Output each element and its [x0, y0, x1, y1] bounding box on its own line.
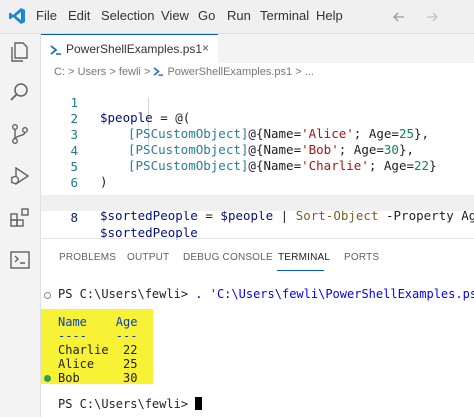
tab-problems[interactable]: PROBLEMS: [59, 252, 116, 263]
terminal-prompt: PS C:\Users\fewli>: [58, 397, 196, 411]
menu-view[interactable]: View: [161, 8, 189, 23]
breadcrumb-more[interactable]: ...: [305, 66, 314, 78]
terminal-command-line: PS C:\Users\fewli> . 'C:\Users\fewli\Pow…: [58, 287, 474, 301]
tab-output[interactable]: OUTPUT: [127, 252, 169, 263]
breadcrumb-separator: >: [68, 66, 75, 78]
terminal-input-line[interactable]: PS C:\Users\fewli>: [58, 397, 203, 411]
title-bar: File Edit Selection View Go Run Terminal…: [0, 0, 474, 34]
vscode-logo-icon: [9, 8, 25, 24]
tab-powershell-examples[interactable]: PowerShellExamples.ps1 ×: [41, 34, 218, 64]
tab-debug-console[interactable]: DEBUG CONSOLE: [183, 252, 273, 263]
code-line: 7 $sortedPeople = $people | Sort-Object …: [41, 178, 474, 223]
breadcrumb-separator: >: [109, 66, 116, 78]
tab-ports[interactable]: PORTS: [344, 252, 379, 263]
tab-terminal[interactable]: TERMINAL: [278, 252, 330, 263]
menu-terminal[interactable]: Terminal: [260, 8, 309, 23]
remote-explorer-icon[interactable]: [8, 248, 32, 272]
menu-go[interactable]: Go: [198, 8, 215, 23]
bottom-panel: PROBLEMS OUTPUT DEBUG CONSOLE TERMINAL P…: [41, 238, 474, 418]
activity-bar: [0, 34, 41, 417]
code-line: 3 [PSCustomObject]@{Name='Bob'; Age=30},: [41, 112, 474, 157]
menu-edit[interactable]: Edit: [68, 8, 90, 23]
arrow-left-icon[interactable]: [392, 10, 406, 24]
search-icon[interactable]: [8, 80, 32, 104]
explorer-icon[interactable]: [8, 40, 32, 64]
code-line: 4 [PSCustomObject]@{Name='Charlie'; Age=…: [41, 128, 474, 173]
breadcrumb: C: > Users > fewli > PowerShellExamples.…: [54, 66, 314, 78]
terminal-prompt: PS C:\Users\fewli>: [58, 287, 196, 301]
breadcrumb-separator: >: [295, 66, 302, 78]
command-success-dot-icon[interactable]: [44, 375, 51, 382]
powershell-file-icon: [50, 45, 61, 55]
output-table-rule: ---- ---: [58, 329, 138, 343]
extensions-icon[interactable]: [8, 206, 32, 230]
arrow-right-icon[interactable]: [425, 10, 439, 24]
editor-tab-bar: PowerShellExamples.ps1 ×: [41, 34, 474, 64]
code-line: 5 ): [41, 144, 474, 189]
breadcrumb-drive[interactable]: C:: [54, 66, 65, 78]
run-debug-icon[interactable]: [8, 164, 32, 188]
menu-file[interactable]: File: [36, 8, 57, 23]
command-status-dot-icon[interactable]: [44, 292, 51, 299]
breadcrumb-user[interactable]: fewli: [119, 66, 141, 78]
close-icon[interactable]: ×: [202, 41, 209, 55]
menu-selection[interactable]: Selection: [101, 8, 154, 23]
powershell-file-icon: [153, 67, 164, 76]
terminal-command: .: [195, 287, 210, 301]
code-line: 6: [41, 160, 474, 190]
output-table-row: Charlie 22: [58, 343, 138, 357]
tab-label: PowerShellExamples.ps1: [66, 42, 203, 56]
breadcrumb-users[interactable]: Users: [78, 66, 107, 78]
breadcrumb-separator: >: [143, 66, 151, 78]
terminal-cursor: [195, 397, 203, 410]
output-table-row: Alice 25: [58, 357, 138, 371]
menu-help[interactable]: Help: [316, 8, 343, 23]
breadcrumb-file[interactable]: PowerShellExamples.ps1: [167, 66, 292, 78]
active-tab-indicator: [277, 270, 324, 271]
output-table-header: Name Age: [58, 315, 138, 329]
source-control-icon[interactable]: [8, 122, 32, 146]
code-editor[interactable]: 1 $people = @( 2 [PSCustomObject]@{Name=…: [41, 80, 474, 240]
code-line: 1 $people = @(: [41, 80, 474, 125]
code-line: 2 [PSCustomObject]@{Name='Alice'; Age=25…: [41, 96, 474, 141]
line-number: 8: [70, 210, 78, 225]
terminal-command-path: 'C:\Users\fewli\PowerShellExamples.ps1': [209, 287, 474, 301]
menu-run[interactable]: Run: [227, 8, 251, 23]
code-line-current: 8 $sortedPeople: [41, 195, 474, 240]
output-table-row: Bob 30: [58, 371, 138, 385]
